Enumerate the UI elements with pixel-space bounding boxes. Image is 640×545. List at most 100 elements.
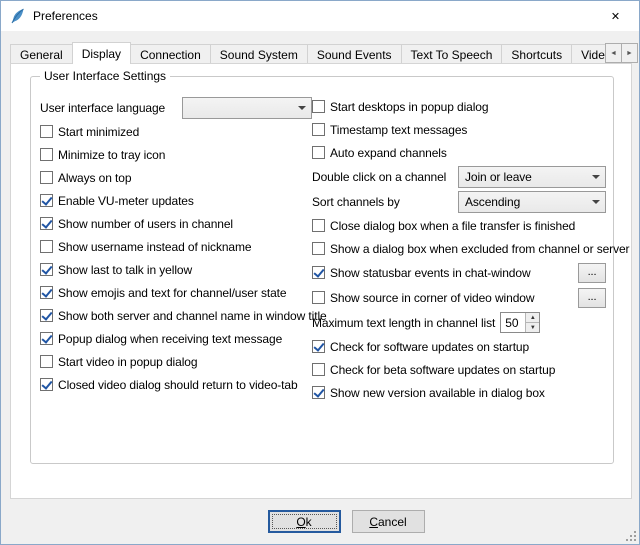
close-icon[interactable]: ✕	[593, 2, 638, 30]
checkbox-icon	[312, 100, 325, 113]
checkbox-auto-expand-channels[interactable]: Auto expand channels	[312, 141, 606, 164]
ok-button-mnemonic: O	[296, 515, 305, 529]
tab-label: Sound System	[220, 48, 298, 62]
checkbox-label: Close dialog box when a file transfer is…	[330, 219, 575, 233]
checkbox-label: Start minimized	[58, 125, 139, 139]
cancel-button[interactable]: Cancel	[352, 510, 425, 533]
checkbox-label: Closed video dialog should return to vid…	[58, 378, 298, 392]
checkbox-video-source-corner[interactable]: Show source in corner of video window	[312, 291, 534, 305]
chevron-down-icon	[592, 175, 600, 183]
checkbox-show-username-instead[interactable]: Show username instead of nickname	[40, 235, 312, 258]
checkbox-icon	[40, 309, 53, 322]
checkbox-icon	[312, 123, 325, 136]
checkbox-label: Check for beta software updates on start…	[330, 363, 555, 377]
checkbox-always-on-top[interactable]: Always on top	[40, 166, 312, 189]
chevron-down-icon	[298, 106, 306, 114]
checkbox-dialog-when-excluded[interactable]: Show a dialog box when excluded from cha…	[312, 237, 606, 260]
checkbox-label: Show username instead of nickname	[58, 240, 251, 254]
tab-sound-system[interactable]: Sound System	[210, 44, 308, 64]
checkbox-icon	[40, 378, 53, 391]
checkbox-start-desktops-popup[interactable]: Start desktops in popup dialog	[312, 95, 606, 118]
checkbox-popup-text-message[interactable]: Popup dialog when receiving text message	[40, 327, 312, 350]
max-text-length-label: Maximum text length in channel list	[312, 316, 495, 330]
checkbox-show-emojis-text[interactable]: Show emojis and text for channel/user st…	[40, 281, 312, 304]
cancel-button-label: ancel	[378, 515, 407, 529]
checkbox-label: Check for software updates on startup	[330, 340, 529, 354]
checkbox-close-dialog-file-transfer[interactable]: Close dialog box when a file transfer is…	[312, 214, 606, 237]
checkbox-icon	[40, 332, 53, 345]
checkbox-icon	[40, 148, 53, 161]
tab-sound-events[interactable]: Sound Events	[307, 44, 402, 64]
checkbox-closed-video-return[interactable]: Closed video dialog should return to vid…	[40, 373, 312, 396]
language-label: User interface language	[40, 101, 165, 115]
double-click-combobox[interactable]: Join or leave	[458, 166, 606, 188]
video-source-more-button[interactable]: ...	[578, 288, 606, 308]
ok-button-label: k	[306, 515, 312, 529]
double-click-label: Double click on a channel	[312, 170, 446, 184]
right-column: Start desktops in popup dialog Timestamp…	[312, 95, 606, 404]
tab-text-to-speech[interactable]: Text To Speech	[401, 44, 503, 64]
checkbox-label: Show number of users in channel	[58, 217, 233, 231]
checkbox-icon	[312, 340, 325, 353]
checkbox-label: Show both server and channel name in win…	[58, 309, 327, 323]
tab-label: Text To Speech	[411, 48, 493, 62]
cancel-button-mnemonic: C	[369, 515, 378, 529]
spin-up-icon[interactable]: ▲	[526, 313, 539, 322]
checkbox-label: Show statusbar events in chat-window	[330, 266, 531, 280]
checkbox-label: Show last to talk in yellow	[58, 263, 192, 277]
checkbox-label: Always on top	[58, 171, 131, 185]
checkbox-label: Show source in corner of video window	[330, 291, 534, 305]
checkbox-timestamp-messages[interactable]: Timestamp text messages	[312, 118, 606, 141]
group-title: User Interface Settings	[40, 69, 170, 83]
preferences-dialog: Preferences ✕ General Display Connection…	[0, 0, 640, 545]
checkbox-icon	[40, 171, 53, 184]
checkbox-server-channel-in-title[interactable]: Show both server and channel name in win…	[40, 304, 312, 327]
checkbox-start-minimized[interactable]: Start minimized	[40, 120, 312, 143]
tab-label: Sound Events	[317, 48, 392, 62]
video-source-row: Show source in corner of video window ..…	[312, 285, 606, 310]
checkbox-enable-vu-meter[interactable]: Enable VU-meter updates	[40, 189, 312, 212]
ok-button[interactable]: Ok	[268, 510, 341, 533]
checkbox-label: Enable VU-meter updates	[58, 194, 194, 208]
tab-shortcuts[interactable]: Shortcuts	[501, 44, 572, 64]
tab-connection[interactable]: Connection	[130, 44, 211, 64]
checkbox-icon	[40, 217, 53, 230]
spinbox-buttons: ▲ ▼	[525, 313, 539, 332]
chevron-down-icon	[592, 200, 600, 208]
combobox-value: Join or leave	[465, 170, 532, 184]
checkbox-show-last-to-talk[interactable]: Show last to talk in yellow	[40, 258, 312, 281]
sort-channels-row: Sort channels by Ascending	[312, 189, 606, 214]
tab-display[interactable]: Display	[72, 42, 131, 64]
tab-scroll-control: ◄ ►	[605, 43, 638, 63]
checkbox-show-new-version-dialog[interactable]: Show new version available in dialog box	[312, 381, 606, 404]
max-text-length-spinbox[interactable]: 50 ▲ ▼	[500, 312, 540, 333]
checkbox-icon	[40, 286, 53, 299]
checkbox-label: Popup dialog when receiving text message	[58, 332, 282, 346]
sort-channels-combobox[interactable]: Ascending	[458, 191, 606, 213]
checkbox-check-beta-updates[interactable]: Check for beta software updates on start…	[312, 358, 606, 381]
checkbox-label: Minimize to tray icon	[58, 148, 165, 162]
checkbox-label: Show new version available in dialog box	[330, 386, 545, 400]
checkbox-start-video-popup[interactable]: Start video in popup dialog	[40, 350, 312, 373]
tab-label: Display	[82, 47, 121, 61]
checkbox-statusbar-events[interactable]: Show statusbar events in chat-window	[312, 266, 531, 280]
language-row: User interface language	[40, 95, 312, 120]
tab-scroll-left-icon[interactable]: ◄	[605, 43, 622, 63]
resize-grip[interactable]	[624, 529, 637, 542]
checkbox-icon	[40, 240, 53, 253]
checkbox-show-number-of-users[interactable]: Show number of users in channel	[40, 212, 312, 235]
language-combobox[interactable]	[182, 97, 312, 119]
tab-label: Shortcuts	[511, 48, 562, 62]
tab-scroll-right-icon[interactable]: ►	[621, 43, 638, 63]
title-bar[interactable]: Preferences ✕	[1, 1, 639, 31]
checkbox-icon	[40, 194, 53, 207]
statusbar-events-more-button[interactable]: ...	[578, 263, 606, 283]
checkbox-label: Timestamp text messages	[330, 123, 467, 137]
checkbox-icon	[312, 219, 325, 232]
tab-general[interactable]: General	[10, 44, 73, 64]
checkbox-check-updates-startup[interactable]: Check for software updates on startup	[312, 335, 606, 358]
display-tab-page: User Interface Settings User interface l…	[10, 63, 632, 499]
checkbox-icon	[40, 125, 53, 138]
spin-down-icon[interactable]: ▼	[526, 322, 539, 332]
checkbox-minimize-to-tray[interactable]: Minimize to tray icon	[40, 143, 312, 166]
